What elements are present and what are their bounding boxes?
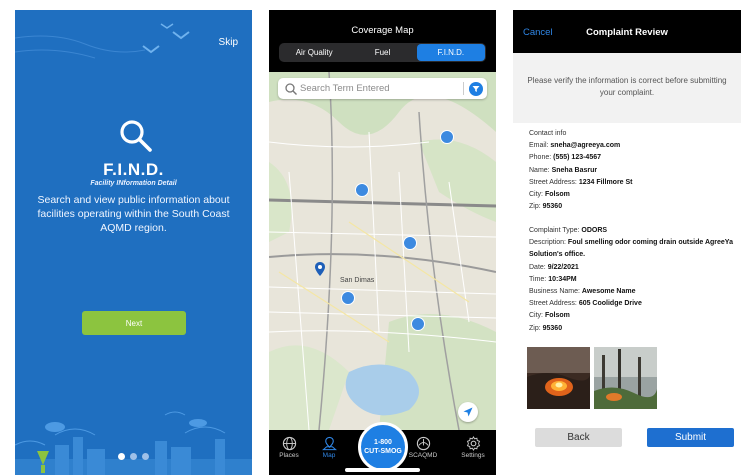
tab-map[interactable]: Map — [309, 436, 349, 459]
map-header: Coverage Map Air Quality Fuel F.I.N.D. — [269, 10, 496, 72]
business-name-row: Business Name: Awesome Name — [529, 288, 636, 296]
search-input[interactable] — [298, 83, 463, 94]
facility-marker[interactable] — [403, 236, 417, 250]
page-dot-active[interactable] — [118, 453, 125, 460]
tab-map-label: Map — [322, 452, 336, 459]
home-indicator — [345, 468, 420, 472]
map-screen: Coverage Map Air Quality Fuel F.I.N.D. S… — [269, 10, 496, 475]
complaint-details-section: Complaint Type: ODORS Description: Foul … — [529, 225, 735, 335]
contact-street-row: Street Address: 1234 Fillmore St — [529, 178, 633, 186]
wind-decoration-icon — [15, 35, 146, 59]
city-skyline-illustration — [15, 411, 252, 475]
search-bar — [278, 78, 487, 99]
business-city-row: City: Folsom — [529, 312, 570, 320]
segment-find[interactable]: F.I.N.D. — [416, 44, 485, 61]
coverage-map[interactable]: San Dimas — [269, 72, 496, 430]
globe-icon — [282, 436, 296, 451]
page-dot[interactable] — [130, 453, 137, 460]
tab-scaqmd[interactable]: SCAQMD — [403, 436, 443, 459]
complaint-description-row: Description: Foul smelling odor coming d… — [529, 239, 733, 259]
search-divider — [463, 82, 464, 95]
call-button-line2: CUT-SMOG — [364, 448, 402, 455]
attached-photo-smoke[interactable] — [594, 347, 657, 409]
map-layer-segmented-control: Air Quality Fuel F.I.N.D. — [279, 43, 486, 62]
contact-zip-row: Zip: 95360 — [529, 203, 563, 211]
scaqmd-logo-icon — [416, 436, 430, 451]
complaint-type-row: Complaint Type: ODORS — [529, 227, 608, 234]
location-arrow-icon — [463, 407, 473, 417]
intro-description: Search and view public information about… — [37, 194, 230, 234]
call-button-line1: 1-800 — [374, 439, 392, 446]
tab-settings[interactable]: Settings — [453, 436, 493, 459]
review-header: Cancel Complaint Review — [513, 10, 741, 53]
skip-button[interactable]: Skip — [219, 37, 238, 48]
filter-button[interactable] — [469, 81, 483, 96]
submit-button[interactable]: Submit — [647, 428, 734, 447]
tab-places-label: Places — [279, 452, 299, 459]
contact-city-row: City: Folsom — [529, 191, 570, 199]
call-cut-smog-button[interactable]: 1-800 CUT-SMOG — [358, 422, 408, 472]
complaint-date-row: Date: 9/22/2021 — [529, 263, 579, 271]
facility-marker[interactable] — [355, 183, 369, 197]
business-zip-row: Zip: 95360 — [529, 324, 563, 332]
intro-title: F.I.N.D. — [103, 160, 164, 179]
complaint-review-screen: Cancel Complaint Review Please verify th… — [513, 10, 741, 475]
filter-icon — [472, 85, 480, 92]
contact-heading: Contact info — [529, 130, 567, 137]
attached-photo-fire[interactable] — [527, 347, 590, 409]
current-location-pin-icon[interactable] — [315, 262, 325, 276]
next-button[interactable]: Next — [82, 311, 186, 335]
review-title: Complaint Review — [586, 27, 668, 38]
back-button[interactable]: Back — [535, 428, 622, 447]
facility-marker[interactable] — [341, 291, 355, 305]
intro-screen: Skip F.I.N.D. Facility INformation Detai… — [15, 10, 252, 475]
segment-air-quality[interactable]: Air Quality — [280, 44, 348, 61]
contact-info-section: Contact info Email: sneha@agreeya.com Ph… — [529, 128, 735, 213]
map-icon — [321, 436, 337, 451]
contact-name-row: Name: Sneha Basrur — [529, 166, 598, 174]
locate-me-button[interactable] — [458, 402, 478, 422]
smoke-forest-photo-image — [594, 347, 657, 409]
tab-places[interactable]: Places — [269, 436, 309, 459]
map-title: Coverage Map — [351, 25, 414, 36]
business-street-row: Street Address: 605 Coolidge Drive — [529, 300, 642, 308]
search-icon — [120, 120, 152, 152]
contact-email-row: Email: sneha@agreeya.com — [529, 142, 621, 150]
facility-marker[interactable] — [440, 130, 454, 144]
segment-fuel[interactable]: Fuel — [348, 44, 416, 61]
map-background — [269, 72, 496, 430]
search-icon — [285, 82, 297, 95]
verify-note: Please verify the information is correct… — [513, 53, 741, 123]
page-dot[interactable] — [142, 453, 149, 460]
contact-phone-row: Phone: (555) 123-4567 — [529, 154, 602, 162]
facility-marker[interactable] — [411, 317, 425, 331]
complaint-time-row: Time: 10:34PM — [529, 275, 577, 283]
app-screens: Skip F.I.N.D. Facility INformation Detai… — [0, 0, 741, 475]
fire-photo-image — [527, 347, 590, 409]
tab-settings-label: Settings — [461, 452, 485, 459]
gear-icon — [466, 436, 480, 451]
map-place-label: San Dimas — [340, 277, 375, 284]
tab-scaqmd-label: SCAQMD — [408, 452, 438, 459]
intro-subtitle: Facility INformation Detail — [90, 180, 177, 187]
page-indicator — [118, 453, 149, 460]
